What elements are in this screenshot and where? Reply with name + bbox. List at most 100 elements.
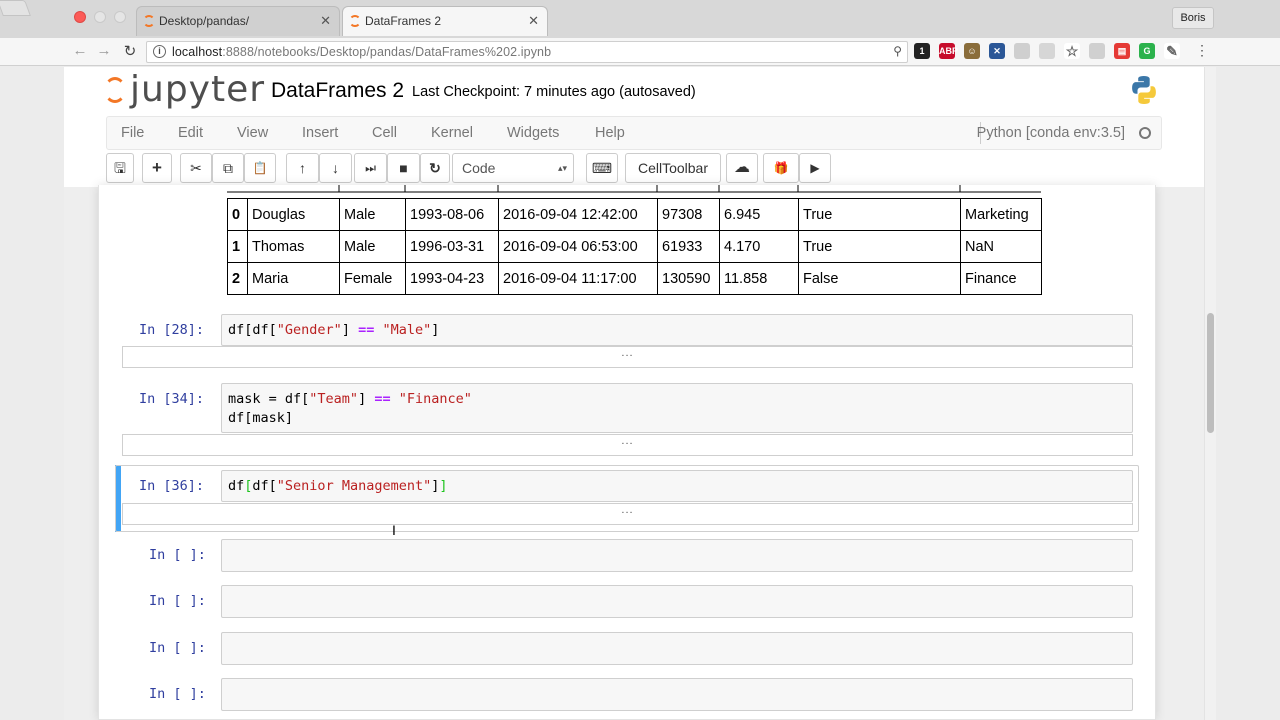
menu-view[interactable]: View xyxy=(237,125,268,141)
code-token: ] xyxy=(358,391,375,407)
new-tab-button[interactable] xyxy=(0,0,31,16)
code-line: df[mask] xyxy=(228,410,293,426)
window-zoom-button[interactable] xyxy=(114,11,126,23)
keyboard-icon[interactable]: ⌨ xyxy=(586,153,618,183)
row-index: 2 xyxy=(227,262,248,295)
table-cell: 1993-04-23 xyxy=(405,262,499,295)
save-icon[interactable]: 🖫 xyxy=(106,153,134,183)
table-cell: 2016-09-04 06:53:00 xyxy=(498,230,658,263)
table-row: 1 Thomas Male 1996-03-31 2016-09-04 06:53:00… xyxy=(227,230,1042,263)
jupyter-favicon-icon xyxy=(143,15,155,27)
cut-icon[interactable]: ✂ xyxy=(180,153,212,183)
select-arrow-icon: ▴▾ xyxy=(557,163,567,173)
extension-pen-icon[interactable]: ✎ xyxy=(1164,43,1180,59)
code-token: == xyxy=(374,391,391,407)
extension-red-icon[interactable]: ▤ xyxy=(1114,43,1130,59)
extension-x-icon[interactable]: ✕ xyxy=(989,43,1005,59)
stop-icon[interactable]: ■ xyxy=(387,153,420,183)
avatar-icon[interactable]: ☺ xyxy=(964,43,980,59)
page-scrollbar[interactable] xyxy=(1204,67,1216,720)
menu-file[interactable]: File xyxy=(121,125,144,141)
browser-tab-desktop-pandas[interactable]: Desktop/pandas/ ✕ xyxy=(136,6,340,36)
browser-tab-strip: Desktop/pandas/ ✕ DataFrames 2 ✕ Boris xyxy=(0,0,1280,38)
cell-prompt: In [ ]: xyxy=(149,640,206,656)
move-down-icon[interactable]: ↓ xyxy=(319,153,352,183)
scrollbar-thumb[interactable] xyxy=(1207,313,1214,433)
table-cell: NaN xyxy=(960,230,1042,263)
reload-icon[interactable]: ↻ xyxy=(120,42,140,60)
run-icon[interactable]: ⏭ xyxy=(354,153,387,183)
1password-icon[interactable]: 1 xyxy=(914,43,930,59)
code-token: mask = df[ xyxy=(228,391,310,407)
collapsed-output[interactable]: ... xyxy=(122,434,1133,456)
collapsed-output[interactable]: ... xyxy=(122,346,1133,368)
address-bar[interactable]: i localhost:8888/notebooks/Desktop/panda… xyxy=(146,41,908,63)
table-cell: Marketing xyxy=(960,198,1042,231)
browser-toolbar: ← → ↻ i localhost:8888/notebooks/Desktop… xyxy=(0,38,1280,66)
window-minimize-button[interactable] xyxy=(94,11,106,23)
restart-icon[interactable]: ↻ xyxy=(420,153,450,183)
extension-grey-2-icon[interactable] xyxy=(1039,43,1055,59)
menu-widgets[interactable]: Widgets xyxy=(507,125,559,141)
browser-tab-dataframes-2[interactable]: DataFrames 2 ✕ xyxy=(342,6,548,36)
tab-close-icon[interactable]: ✕ xyxy=(528,7,539,35)
cell-type-select[interactable]: Code ▴▾ xyxy=(452,153,574,183)
menu-edit[interactable]: Edit xyxy=(178,125,203,141)
adblock-icon[interactable]: ABP xyxy=(939,43,958,59)
zoom-icon[interactable]: ⚲ xyxy=(893,44,902,58)
notebook-title[interactable]: DataFrames 2 xyxy=(271,79,404,103)
celltoolbar-button[interactable]: CellToolbar xyxy=(625,153,721,183)
text-cursor-icon: I xyxy=(392,522,396,538)
extension-grey-3-icon[interactable] xyxy=(1089,43,1105,59)
tab-close-icon[interactable]: ✕ xyxy=(320,7,331,35)
menu-kernel[interactable]: Kernel xyxy=(431,125,473,141)
kernel-idle-icon xyxy=(1139,127,1151,139)
cell-type-value: Code xyxy=(462,160,496,176)
cropped-header-lines xyxy=(227,185,1041,193)
insert-cell-button[interactable]: + xyxy=(142,153,172,183)
dataframe-header-cropped xyxy=(227,185,1041,193)
kernel-name[interactable]: Python [conda env:3.5] xyxy=(977,125,1125,141)
gift-icon[interactable]: 🎁 xyxy=(763,153,799,183)
cell-prompt: In [34]: xyxy=(139,391,205,407)
table-row: 2 Maria Female 1993-04-23 2016-09-04 11:17:0… xyxy=(227,262,1042,295)
jupyter-logo-icon[interactable] xyxy=(104,77,126,103)
paste-icon[interactable]: 📋 xyxy=(244,153,276,183)
code-token: ] xyxy=(341,322,359,338)
code-input[interactable] xyxy=(221,632,1133,665)
info-icon[interactable]: i xyxy=(153,45,166,58)
jupyter-logo-text[interactable]: jupyter xyxy=(130,69,265,110)
bookmark-star-icon[interactable]: ☆ xyxy=(1064,43,1080,59)
code-token: "Team" xyxy=(309,391,359,407)
menu-help[interactable]: Help xyxy=(595,125,625,141)
table-cell: 2016-09-04 12:42:00 xyxy=(498,198,658,231)
code-input[interactable] xyxy=(221,678,1133,711)
forward-arrow-icon[interactable]: → xyxy=(94,42,114,59)
notebook-container: 0 Douglas Male 1993-08-06 2016-09-04 12:42:0… xyxy=(98,185,1156,720)
python-logo-icon xyxy=(1132,76,1156,104)
jupyter-favicon-icon xyxy=(349,15,361,27)
table-cell: Maria xyxy=(247,262,340,295)
code-token: "Finance" xyxy=(398,391,472,407)
code-input[interactable] xyxy=(221,585,1133,618)
cloud-upload-icon[interactable]: ☁ xyxy=(726,153,758,183)
back-arrow-icon[interactable]: ← xyxy=(70,42,90,59)
browser-menu-icon[interactable]: ⋮ xyxy=(1195,42,1209,59)
code-input[interactable]: df[df["Gender"] == "Male"] xyxy=(221,314,1133,346)
extension-grey-1-icon[interactable] xyxy=(1014,43,1030,59)
move-up-icon[interactable]: ↑ xyxy=(286,153,319,183)
code-token: "Gender" xyxy=(276,322,342,338)
video-icon[interactable]: ▶ xyxy=(799,153,831,183)
window-close-button[interactable] xyxy=(74,11,86,23)
url-text: localhost:8888/notebooks/Desktop/pandas/… xyxy=(172,45,551,59)
cell-prompt: In [ ]: xyxy=(149,593,206,609)
profile-button[interactable]: Boris xyxy=(1172,7,1214,29)
code-line: df[df["Gender"] == "Male"] xyxy=(228,322,439,338)
menu-insert[interactable]: Insert xyxy=(302,125,338,141)
grammarly-icon[interactable]: G xyxy=(1139,43,1155,59)
code-input[interactable]: mask = df["Team"] == "Finance" df[mask] xyxy=(221,383,1133,433)
copy-icon[interactable]: ⧉ xyxy=(212,153,244,183)
menu-cell[interactable]: Cell xyxy=(372,125,397,141)
code-input[interactable] xyxy=(221,539,1133,572)
